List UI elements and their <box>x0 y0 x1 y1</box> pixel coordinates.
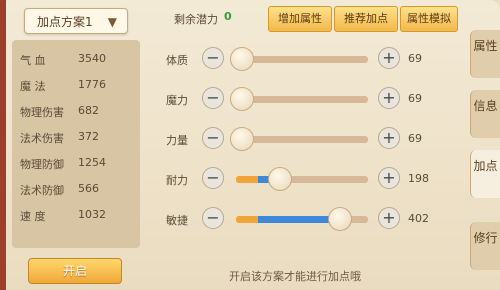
stat-row: 物理防御 1254 <box>20 156 138 176</box>
slider-knob[interactable] <box>230 87 254 111</box>
tab-label: 加点 <box>473 159 498 173</box>
stat-label: 物理防御 <box>20 158 64 171</box>
plus-button[interactable]: + <box>378 47 400 69</box>
tab-label: 信息 <box>473 99 498 113</box>
stat-label: 法术伤害 <box>20 132 64 145</box>
start-button[interactable]: 开启 <box>28 258 122 284</box>
attribute-slider-track[interactable] <box>236 56 368 63</box>
tab-cultivation[interactable]: 修行 <box>470 222 500 270</box>
minus-button[interactable]: − <box>202 127 224 149</box>
tab-add-points[interactable]: 加点 <box>470 150 500 198</box>
attribute-row: 体质 − + 69 <box>166 46 436 72</box>
stat-row: 法术防御 566 <box>20 182 138 202</box>
tab-label: 属性 <box>473 39 498 53</box>
stat-row: 魔 法 1776 <box>20 78 138 98</box>
attribute-value: 69 <box>408 92 422 105</box>
minus-button[interactable]: − <box>202 167 224 189</box>
slider-knob[interactable] <box>268 167 293 191</box>
attribute-value: 198 <box>408 172 429 185</box>
attribute-value: 69 <box>408 52 422 65</box>
stat-value: 372 <box>78 130 99 143</box>
attribute-row: 力量 − + 69 <box>166 126 436 152</box>
attribute-slider-track[interactable] <box>236 96 368 103</box>
stat-row: 法术伤害 372 <box>20 130 138 150</box>
add-attribute-button[interactable]: 增加属性 <box>268 6 332 32</box>
slider-knob[interactable] <box>230 127 254 151</box>
stat-value: 682 <box>78 104 99 117</box>
attribute-slider-track[interactable] <box>236 176 368 183</box>
tab-attributes[interactable]: 属性 <box>470 30 500 78</box>
slider-knob[interactable] <box>230 47 254 71</box>
added-fill <box>258 216 334 223</box>
attribute-row: 耐力 − + 198 <box>166 166 436 192</box>
stat-value: 566 <box>78 182 99 195</box>
stat-value: 3540 <box>78 52 106 65</box>
tab-info[interactable]: 信息 <box>470 90 500 138</box>
stat-label: 魔 法 <box>20 80 46 93</box>
stat-row: 速 度 1032 <box>20 208 138 228</box>
plan-dropdown-label: 加点方案1 <box>37 15 93 29</box>
plus-button[interactable]: + <box>378 207 400 229</box>
attribute-label: 体质 <box>166 54 188 67</box>
attribute-label: 魔力 <box>166 94 188 107</box>
minus-button[interactable]: − <box>202 87 224 109</box>
plan-dropdown[interactable]: 加点方案1 ▼ <box>24 8 128 34</box>
stat-row: 气 血 3540 <box>20 52 138 72</box>
stat-value: 1776 <box>78 78 106 91</box>
chevron-down-icon: ▼ <box>107 15 117 29</box>
stat-label: 气 血 <box>20 54 46 67</box>
plus-button[interactable]: + <box>378 127 400 149</box>
base-fill <box>236 216 259 223</box>
base-fill <box>236 176 259 183</box>
plus-button[interactable]: + <box>378 87 400 109</box>
attribute-slider-track[interactable] <box>236 136 368 143</box>
attribute-label: 敏捷 <box>166 214 188 227</box>
stat-value: 1254 <box>78 156 106 169</box>
attribute-label: 力量 <box>166 134 188 147</box>
stat-label: 物理伤害 <box>20 106 64 119</box>
attribute-row: 魔力 − + 69 <box>166 86 436 112</box>
slider-knob[interactable] <box>327 207 352 231</box>
stat-value: 1032 <box>78 208 106 221</box>
attribute-value: 402 <box>408 212 429 225</box>
tab-label: 修行 <box>473 231 498 245</box>
minus-button[interactable]: − <box>202 207 224 229</box>
attribute-row: 敏捷 − + 402 <box>166 206 436 232</box>
stat-row: 物理伤害 682 <box>20 104 138 124</box>
attribute-simulate-button[interactable]: 属性模拟 <box>400 6 458 32</box>
stats-panel: 气 血 3540 魔 法 1776 物理伤害 682 法术伤害 372 物理防御… <box>12 40 140 248</box>
minus-button[interactable]: − <box>202 47 224 69</box>
panel-border <box>0 0 6 290</box>
attribute-value: 69 <box>408 132 422 145</box>
stat-label: 速 度 <box>20 210 46 223</box>
stat-label: 法术防御 <box>20 184 64 197</box>
hint-text: 开启该方案才能进行加点哦 <box>229 270 361 283</box>
plus-button[interactable]: + <box>378 167 400 189</box>
potential-value: 0 <box>224 10 232 23</box>
recommend-points-button[interactable]: 推荐加点 <box>334 6 398 32</box>
potential-label: 剩余潜力 <box>174 13 218 26</box>
attribute-label: 耐力 <box>166 174 188 187</box>
